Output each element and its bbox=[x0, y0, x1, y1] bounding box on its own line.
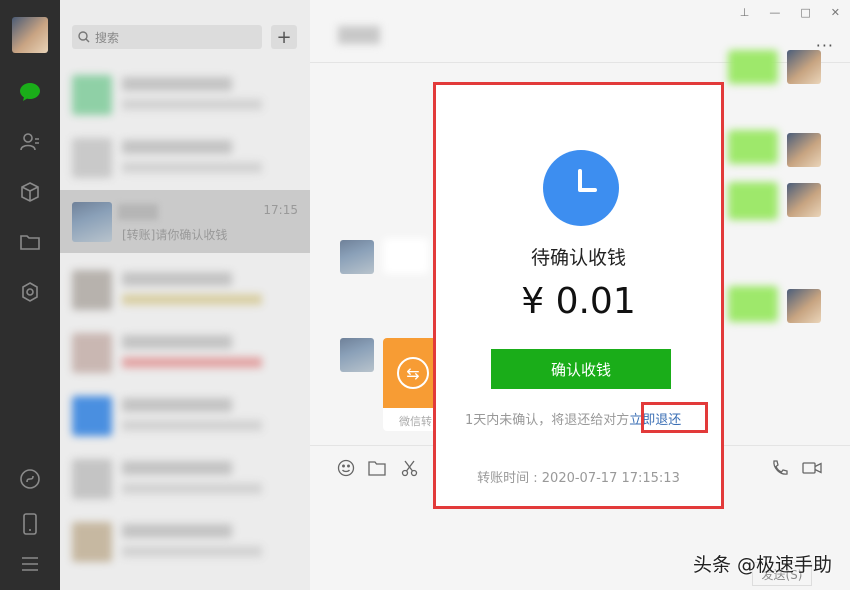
avatar bbox=[787, 183, 821, 217]
avatar bbox=[787, 289, 821, 323]
window-controls: ⊥ — □ ✕ bbox=[740, 6, 840, 19]
message-bubble bbox=[383, 238, 429, 274]
search-placeholder: 搜索 bbox=[95, 30, 120, 45]
transfer-icon: ⇆ bbox=[397, 357, 429, 389]
list-item[interactable] bbox=[60, 510, 310, 573]
voice-call-icon[interactable] bbox=[770, 458, 790, 478]
avatar bbox=[340, 338, 374, 372]
transfer-dialog: 待确认收钱 ¥ 0.01 确认收钱 1天内未确认，将退还给对方立即退还 转账时间… bbox=[433, 82, 724, 509]
list-item[interactable] bbox=[60, 447, 310, 510]
list-item[interactable] bbox=[60, 63, 310, 126]
message-bubble bbox=[728, 286, 778, 322]
dialog-status: 待确认收钱 bbox=[530, 247, 626, 269]
file-icon[interactable] bbox=[367, 458, 387, 478]
contact-name-blurred bbox=[118, 204, 158, 220]
highlight-box bbox=[641, 402, 708, 433]
note-text: 1天内未确认，将退还给对方 bbox=[465, 413, 630, 428]
emoji-icon[interactable] bbox=[336, 458, 356, 478]
avatar bbox=[340, 240, 374, 274]
user-avatar[interactable] bbox=[12, 17, 48, 53]
menu-icon[interactable] bbox=[18, 552, 42, 576]
box-icon[interactable] bbox=[18, 180, 42, 204]
contacts-icon[interactable] bbox=[18, 130, 42, 154]
chat-time: 17:15 bbox=[263, 203, 298, 217]
list-item[interactable] bbox=[60, 321, 310, 384]
add-button[interactable]: + bbox=[271, 25, 297, 49]
phone-icon[interactable] bbox=[18, 512, 42, 536]
list-item[interactable] bbox=[60, 126, 310, 189]
minimize-icon[interactable]: — bbox=[769, 6, 780, 19]
avatar bbox=[787, 133, 821, 167]
message-bubble bbox=[728, 130, 778, 164]
search-input[interactable]: 搜索 bbox=[72, 25, 262, 49]
folder-icon[interactable] bbox=[18, 230, 42, 254]
avatar bbox=[787, 50, 821, 84]
pin-icon[interactable]: ⊥ bbox=[740, 6, 750, 19]
watermark: 头条 @极速手助 bbox=[692, 554, 832, 576]
maximize-icon[interactable]: □ bbox=[800, 6, 810, 19]
screenshot-icon[interactable] bbox=[400, 458, 420, 478]
mini-program-icon[interactable] bbox=[18, 467, 42, 491]
message-bubble bbox=[728, 50, 778, 84]
confirm-receive-button[interactable]: 确认收钱 bbox=[491, 349, 671, 389]
contact-avatar bbox=[72, 202, 112, 242]
chat-icon[interactable] bbox=[18, 80, 42, 104]
search-icon bbox=[78, 31, 90, 43]
active-chat-item[interactable]: 17:15 [转账]请你确认收钱 bbox=[60, 190, 310, 253]
video-call-icon[interactable] bbox=[802, 458, 822, 478]
list-item[interactable] bbox=[60, 384, 310, 447]
transfer-time: 转账时间 : 2020-07-17 17:15:13 bbox=[477, 471, 680, 486]
chat-list-panel: 搜索 + 17:15 [转账]请你确认收钱 bbox=[60, 0, 310, 590]
close-icon[interactable]: ✕ bbox=[831, 6, 840, 19]
clock-icon bbox=[543, 150, 619, 226]
transfer-amount: ¥ 0.01 bbox=[521, 281, 636, 322]
chat-preview: [转账]请你确认收钱 bbox=[122, 228, 228, 242]
moments-icon[interactable] bbox=[18, 280, 42, 304]
list-item[interactable] bbox=[60, 258, 310, 321]
message-bubble bbox=[728, 182, 778, 220]
nav-rail bbox=[0, 0, 60, 590]
chat-title-blurred bbox=[338, 26, 380, 44]
